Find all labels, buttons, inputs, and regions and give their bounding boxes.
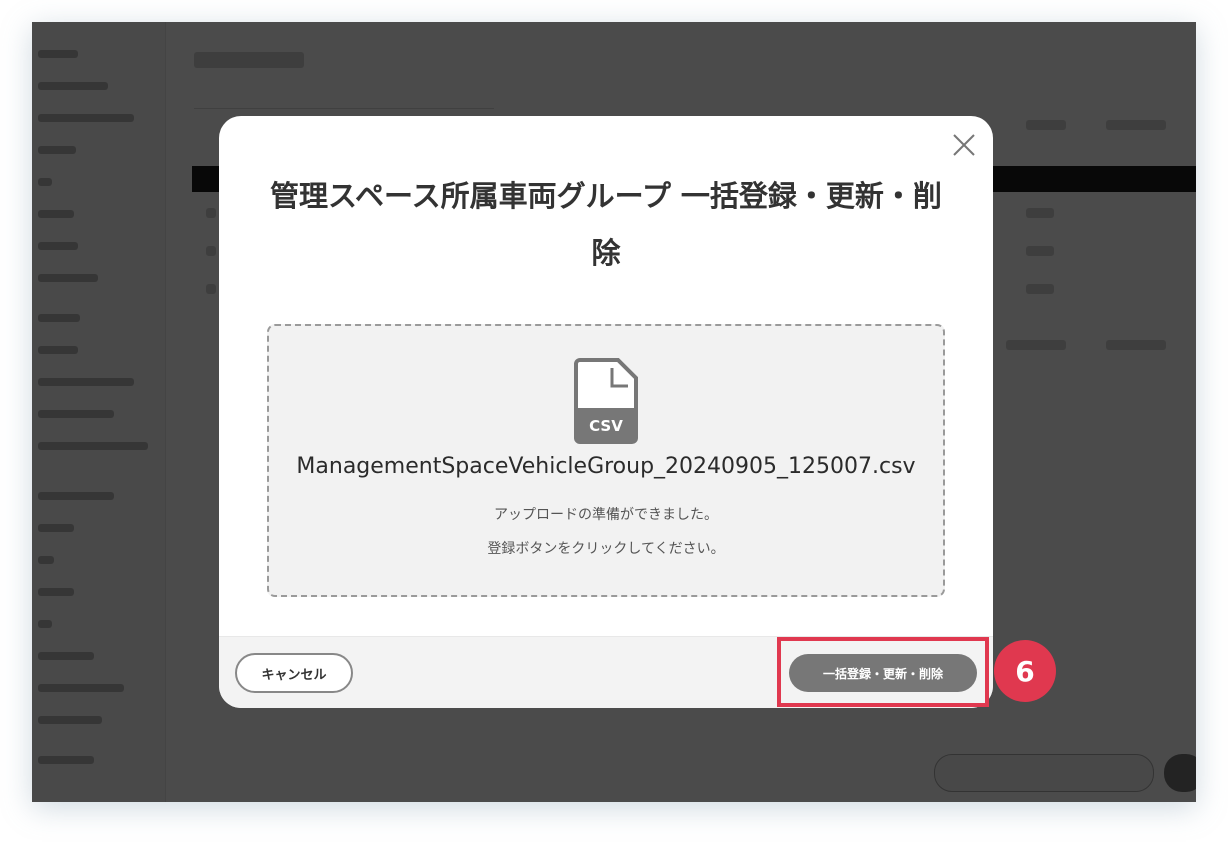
modal-title: 管理スペース所属車両グループ 一括登録・更新・削除 xyxy=(270,179,942,270)
step-number-badge: 6 xyxy=(994,640,1056,702)
file-dropzone[interactable]: CSV ManagementSpaceVehicleGroup_20240905… xyxy=(267,324,945,597)
csv-icon-label: CSV xyxy=(589,417,623,435)
step-highlight-box xyxy=(777,637,989,707)
bulk-upload-modal: 管理スペース所属車両グループ 一括登録・更新・削除 CSV Management… xyxy=(219,116,993,708)
instruction-message: 登録ボタンをクリックしてください。 xyxy=(487,541,725,557)
file-name: ManagementSpaceVehicleGroup_20240905_125… xyxy=(296,454,916,479)
ready-message: アップロードの準備ができました。 xyxy=(494,507,718,523)
close-button[interactable] xyxy=(949,130,979,160)
close-icon xyxy=(953,134,975,156)
cancel-button[interactable]: キャンセル xyxy=(235,653,353,693)
csv-file-icon: CSV xyxy=(574,358,638,444)
